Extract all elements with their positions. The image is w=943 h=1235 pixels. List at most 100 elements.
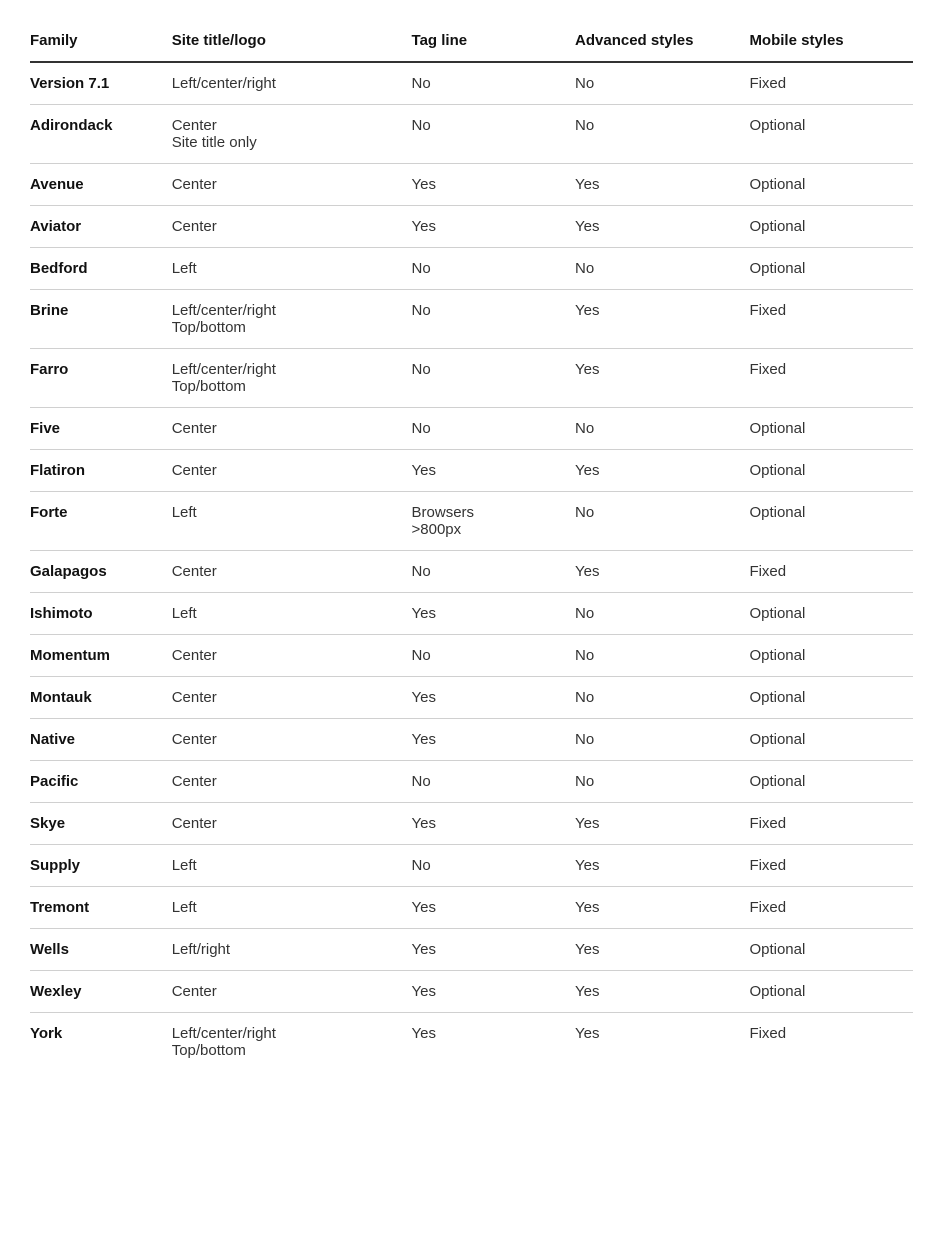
cell-site-title: Left/center/rightTop/bottom [172,349,412,408]
cell-tag-line: Yes [412,593,576,635]
cell-tag-line: Yes [412,929,576,971]
cell-tag-line: No [412,551,576,593]
cell-advanced-styles: No [575,677,749,719]
table-row: PacificCenterNoNoOptional [30,761,913,803]
cell-advanced-styles: No [575,62,749,105]
cell-mobile-styles: Optional [749,450,913,492]
cell-mobile-styles: Fixed [749,803,913,845]
table-row: BrineLeft/center/rightTop/bottomNoYesFix… [30,290,913,349]
cell-tag-line: No [412,62,576,105]
cell-advanced-styles: Yes [575,349,749,408]
header-tag-line: Tag line [412,20,576,62]
cell-tag-line: No [412,248,576,290]
cell-mobile-styles: Fixed [749,349,913,408]
cell-family: Momentum [30,635,172,677]
header-site-title: Site title/logo [172,20,412,62]
cell-advanced-styles: No [575,761,749,803]
cell-site-title: Left [172,887,412,929]
cell-advanced-styles: No [575,719,749,761]
cell-site-title: Center [172,408,412,450]
cell-site-title: Left/center/rightTop/bottom [172,1013,412,1072]
table-row: TremontLeftYesYesFixed [30,887,913,929]
cell-advanced-styles: Yes [575,929,749,971]
table-row: NativeCenterYesNoOptional [30,719,913,761]
cell-advanced-styles: No [575,593,749,635]
cell-family: Five [30,408,172,450]
cell-mobile-styles: Fixed [749,887,913,929]
table-row: SkyeCenterYesYesFixed [30,803,913,845]
cell-family: Avenue [30,164,172,206]
cell-family: Aviator [30,206,172,248]
cell-site-title: Center [172,164,412,206]
cell-tag-line: No [412,408,576,450]
cell-tag-line: Yes [412,164,576,206]
cell-site-title: Left/center/rightTop/bottom [172,290,412,349]
cell-mobile-styles: Optional [749,164,913,206]
header-advanced-styles: Advanced styles [575,20,749,62]
cell-advanced-styles: Yes [575,450,749,492]
table-row: ForteLeftBrowsers>800pxNoOptional [30,492,913,551]
cell-site-title: Center [172,803,412,845]
cell-site-title: Left [172,248,412,290]
cell-tag-line: Yes [412,1013,576,1072]
cell-family: Forte [30,492,172,551]
table-row: AdirondackCenterSite title onlyNoNoOptio… [30,105,913,164]
cell-site-title: Center [172,635,412,677]
cell-family: Adirondack [30,105,172,164]
cell-family: Flatiron [30,450,172,492]
table-row: WexleyCenterYesYesOptional [30,971,913,1013]
cell-family: Version 7.1 [30,62,172,105]
header-family: Family [30,20,172,62]
cell-site-title: Center [172,450,412,492]
cell-family: York [30,1013,172,1072]
cell-advanced-styles: Yes [575,971,749,1013]
table-row: GalapagosCenterNoYesFixed [30,551,913,593]
cell-site-title: Left [172,845,412,887]
cell-site-title: Center [172,206,412,248]
cell-mobile-styles: Optional [749,635,913,677]
cell-family: Wells [30,929,172,971]
cell-advanced-styles: Yes [575,551,749,593]
cell-tag-line: No [412,290,576,349]
cell-mobile-styles: Fixed [749,1013,913,1072]
cell-site-title: Left [172,492,412,551]
cell-mobile-styles: Optional [749,761,913,803]
cell-site-title: Center [172,677,412,719]
cell-mobile-styles: Optional [749,492,913,551]
table-row: BedfordLeftNoNoOptional [30,248,913,290]
cell-advanced-styles: Yes [575,290,749,349]
cell-advanced-styles: Yes [575,887,749,929]
cell-tag-line: Yes [412,677,576,719]
cell-family: Skye [30,803,172,845]
cell-family: Native [30,719,172,761]
cell-tag-line: Browsers>800px [412,492,576,551]
cell-advanced-styles: No [575,408,749,450]
cell-advanced-styles: No [575,105,749,164]
cell-mobile-styles: Optional [749,971,913,1013]
cell-advanced-styles: Yes [575,845,749,887]
cell-advanced-styles: No [575,492,749,551]
table-row: MomentumCenterNoNoOptional [30,635,913,677]
cell-mobile-styles: Optional [749,719,913,761]
cell-mobile-styles: Fixed [749,290,913,349]
cell-family: Ishimoto [30,593,172,635]
cell-mobile-styles: Fixed [749,845,913,887]
cell-advanced-styles: Yes [575,803,749,845]
cell-advanced-styles: Yes [575,164,749,206]
cell-mobile-styles: Optional [749,248,913,290]
cell-site-title: Left [172,593,412,635]
cell-mobile-styles: Optional [749,105,913,164]
cell-mobile-styles: Optional [749,408,913,450]
cell-tag-line: Yes [412,206,576,248]
cell-tag-line: Yes [412,450,576,492]
header-mobile-styles: Mobile styles [749,20,913,62]
cell-site-title: CenterSite title only [172,105,412,164]
table-row: FlatironCenterYesYesOptional [30,450,913,492]
cell-advanced-styles: No [575,248,749,290]
table-row: AviatorCenterYesYesOptional [30,206,913,248]
table-row: MontaukCenterYesNoOptional [30,677,913,719]
cell-tag-line: No [412,845,576,887]
cell-site-title: Left/right [172,929,412,971]
cell-tag-line: Yes [412,971,576,1013]
table-row: IshimotoLeftYesNoOptional [30,593,913,635]
